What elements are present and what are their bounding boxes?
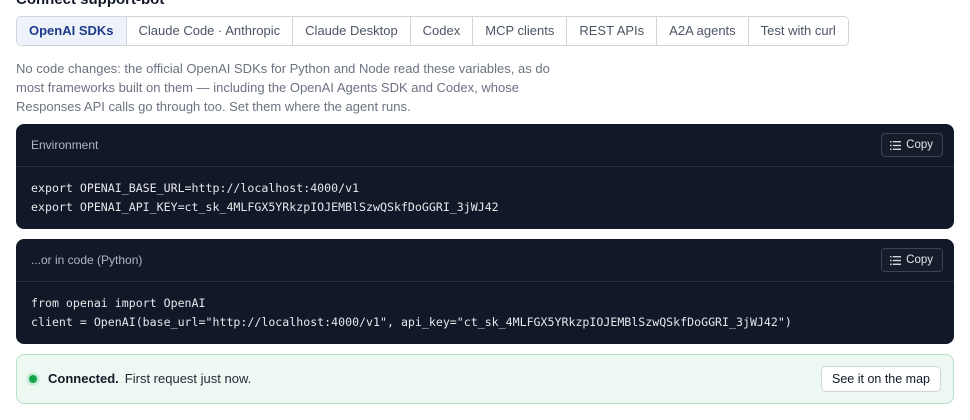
status-text: Connected. First request just now. xyxy=(48,355,251,403)
environment-code-block: Environment Copy export OPENAI_BASE_URL=… xyxy=(16,124,954,229)
integration-tabs: OpenAI SDKs Claude Code · Anthropic Clau… xyxy=(16,16,849,46)
code-line: client = OpenAI(base_url="http://localho… xyxy=(31,315,792,329)
status-label: Connected. xyxy=(48,371,119,386)
connection-status-banner: Connected. First request just now. See it… xyxy=(16,354,954,404)
tab-mcp-clients[interactable]: MCP clients xyxy=(473,17,568,45)
code-line: export OPENAI_API_KEY=ct_sk_4MLFGX5YRkzp… xyxy=(31,200,499,214)
tab-claude-code[interactable]: Claude Code · Anthropic xyxy=(127,17,294,45)
code-body: export OPENAI_BASE_URL=http://localhost:… xyxy=(16,167,954,217)
tab-codex[interactable]: Codex xyxy=(411,17,474,45)
code-block-header: ...or in code (Python) Copy xyxy=(16,239,954,282)
tab-claude-desktop[interactable]: Claude Desktop xyxy=(293,17,411,45)
tab-test-with-curl[interactable]: Test with curl xyxy=(749,17,848,45)
tab-a2a-agents[interactable]: A2A agents xyxy=(657,17,749,45)
tab-openai-sdks[interactable]: OpenAI SDKs xyxy=(17,17,127,45)
code-block-title: ...or in code (Python) xyxy=(31,253,143,267)
code-line: from openai import OpenAI xyxy=(31,296,206,310)
intro-text: No code changes: the official OpenAI SDK… xyxy=(16,61,550,114)
status-dot-icon xyxy=(29,375,37,383)
see-on-map-button[interactable]: See it on the map xyxy=(821,366,941,392)
code-block-header: Environment Copy xyxy=(16,124,954,167)
tab-rest-apis[interactable]: REST APIs xyxy=(567,17,658,45)
list-icon xyxy=(890,255,902,265)
copy-python-button[interactable]: Copy xyxy=(881,248,943,272)
code-line: export OPENAI_BASE_URL=http://localhost:… xyxy=(31,181,360,195)
copy-button-label: Copy xyxy=(906,254,933,266)
list-icon xyxy=(890,140,902,150)
page-title: Connect support-bot xyxy=(16,0,164,10)
copy-environment-button[interactable]: Copy xyxy=(881,133,943,157)
status-detail: First request just now. xyxy=(124,371,252,386)
copy-button-label: Copy xyxy=(906,139,933,151)
code-body: from openai import OpenAI client = OpenA… xyxy=(16,282,954,332)
code-block-title: Environment xyxy=(31,138,99,152)
python-code-block: ...or in code (Python) Copy from openai … xyxy=(16,239,954,344)
